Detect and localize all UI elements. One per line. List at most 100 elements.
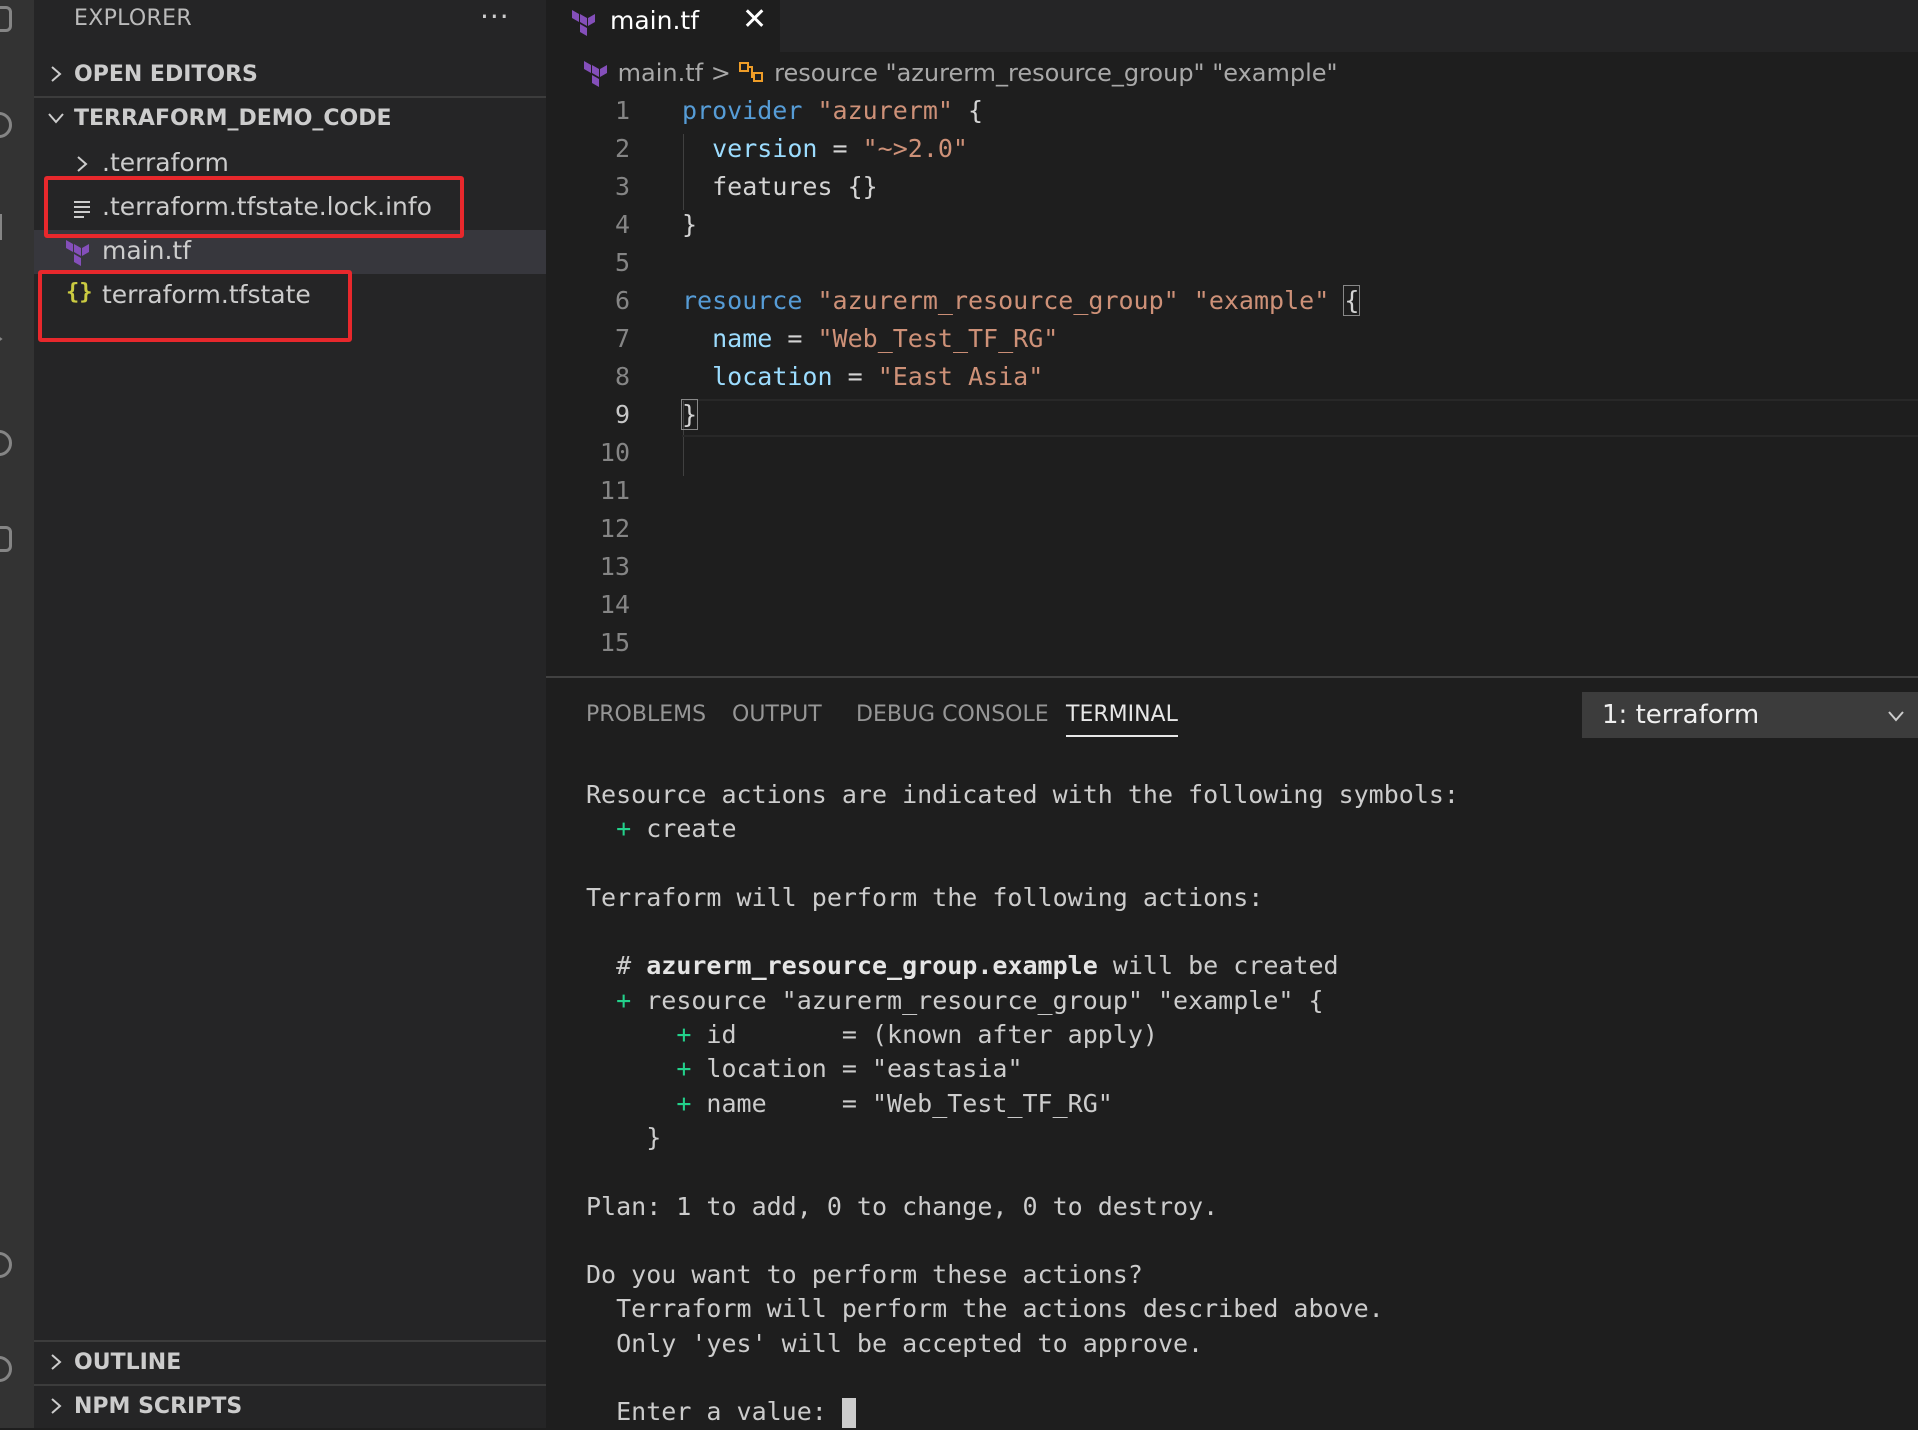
- tree-item-label: .terraform: [102, 148, 229, 177]
- tab-main-tf[interactable]: main.tf ✕: [546, 0, 780, 52]
- plus-symbol: +: [676, 1054, 692, 1084]
- code-line-9: }: [680, 399, 699, 438]
- code-line-3: features {}: [682, 172, 878, 210]
- terminal-select[interactable]: 1: terraform: [1582, 692, 1918, 738]
- code-text: }: [682, 210, 698, 239]
- bracket-match: {: [1343, 285, 1361, 316]
- code-string: "azurerm_resource_group": [817, 286, 1179, 315]
- terminal-line: Plan: 1 to add, 0 to change, 0 to destro…: [586, 1190, 1459, 1224]
- code-string: "example": [1193, 286, 1330, 315]
- highlight-box-lock-info: [44, 176, 464, 238]
- chevron-right-icon: [77, 156, 88, 172]
- activity-bar: [0, 0, 34, 1428]
- tab-terminal[interactable]: TERMINAL: [1066, 702, 1178, 737]
- code-string: "Web_Test_TF_RG": [817, 324, 1059, 353]
- terminal-text: id = (known after apply): [691, 1020, 1158, 1050]
- plus-symbol: +: [616, 985, 632, 1015]
- open-editors-section[interactable]: OPEN EDITORS: [34, 54, 546, 98]
- symbol-structure-icon: [739, 62, 764, 82]
- more-actions-icon[interactable]: ···: [480, 0, 510, 33]
- chevron-right-icon: [51, 1398, 62, 1414]
- source-control-icon[interactable]: [0, 214, 2, 240]
- chevron-down-icon: [1888, 711, 1904, 722]
- line-number: 10: [599, 438, 630, 467]
- terminal-line: Terraform will perform the actions descr…: [586, 1292, 1459, 1326]
- terminal-line: + id = (known after apply): [586, 1018, 1459, 1052]
- editor-tab-bar: main.tf ✕: [546, 0, 1918, 52]
- tab-output[interactable]: OUTPUT: [732, 702, 822, 727]
- npm-scripts-section[interactable]: NPM SCRIPTS: [34, 1386, 546, 1430]
- outline-label: OUTLINE: [74, 1350, 182, 1375]
- breadcrumb: main.tf > resource "azurerm_resource_gro…: [582, 58, 1338, 87]
- chevron-right-icon: [51, 1354, 62, 1370]
- line-number: 14: [599, 590, 630, 619]
- terminal-text: #: [616, 951, 647, 981]
- terminal-line: + name = "Web_Test_TF_RG": [586, 1087, 1459, 1121]
- terraform-file-icon: [584, 61, 607, 87]
- line-number: 3: [614, 172, 630, 201]
- code-attribute: version: [712, 134, 818, 163]
- code-line-2: version = "~>2.0": [682, 134, 968, 172]
- terminal-text: Plan: 1 to add, 0 to change, 0 to destro…: [586, 1191, 1219, 1221]
- terminal-line: Terraform will perform the following act…: [586, 881, 1459, 915]
- breadcrumb-symbol[interactable]: resource "azurerm_resource_group" "examp…: [774, 59, 1337, 87]
- terminal-line: Only 'yes' will be accepted to approve.: [586, 1327, 1459, 1361]
- bottom-panel: PROBLEMS OUTPUT DEBUG CONSOLE TERMINAL 1…: [546, 676, 1918, 1430]
- search-icon[interactable]: [0, 112, 12, 138]
- terminal-text: will be created: [1097, 951, 1339, 981]
- remote-explorer-icon[interactable]: [0, 526, 12, 552]
- terminal-input-line[interactable]: Enter a value:: [586, 1395, 1459, 1429]
- code-text: =: [832, 362, 878, 391]
- code-text: {: [952, 96, 984, 125]
- code-line-8: location = "East Asia": [682, 362, 1043, 400]
- highlight-box-tfstate: [38, 270, 352, 342]
- code-text: features {}: [712, 172, 878, 201]
- terminal-line: + resource "azurerm_resource_group" "exa…: [586, 984, 1459, 1018]
- outline-section[interactable]: OUTLINE: [34, 1342, 546, 1386]
- manage-gear-icon[interactable]: [0, 1356, 12, 1382]
- folder-label: TERRAFORM_DEMO_CODE: [74, 106, 392, 131]
- line-number: 12: [599, 514, 630, 543]
- tab-label: main.tf: [610, 6, 700, 35]
- breadcrumb-separator: >: [710, 59, 731, 87]
- explorer-icon[interactable]: [0, 6, 12, 32]
- terraform-file-icon: [572, 10, 595, 36]
- terminal-output[interactable]: Resource actions are indicated with the …: [586, 778, 1459, 1430]
- tab-debug-console[interactable]: DEBUG CONSOLE: [856, 702, 1049, 727]
- tab-problems[interactable]: PROBLEMS: [586, 702, 706, 727]
- extensions-icon[interactable]: [0, 430, 12, 456]
- folder-section[interactable]: TERRAFORM_DEMO_CODE: [34, 98, 546, 142]
- code-line-6: resource "azurerm_resource_group" "examp…: [682, 285, 1361, 324]
- run-debug-icon[interactable]: [0, 326, 4, 352]
- explorer-title: EXPLORER: [74, 6, 192, 31]
- terminal-line: Resource actions are indicated with the …: [586, 778, 1459, 812]
- code-string: "azurerm": [817, 96, 953, 125]
- terminal-text: Terraform will perform the actions descr…: [616, 1294, 1384, 1324]
- line-number: 9: [614, 400, 630, 429]
- code-line-7: name = "Web_Test_TF_RG": [682, 324, 1058, 362]
- close-icon[interactable]: ✕: [742, 2, 767, 37]
- accounts-icon[interactable]: [0, 1252, 12, 1278]
- line-number: 13: [599, 552, 630, 581]
- line-number: 1: [614, 96, 630, 125]
- terminal-text: }: [646, 1122, 662, 1152]
- open-editors-label: OPEN EDITORS: [74, 62, 258, 87]
- code-attribute: name: [712, 324, 773, 353]
- terminal-select-value: 1: terraform: [1602, 700, 1760, 730]
- npm-scripts-label: NPM SCRIPTS: [74, 1394, 243, 1419]
- breadcrumb-file[interactable]: main.tf: [618, 59, 703, 87]
- code-attribute: location: [712, 362, 833, 391]
- terminal-line: + location = "eastasia": [586, 1052, 1459, 1086]
- terminal-prompt: Enter a value:: [616, 1397, 842, 1427]
- terminal-cursor: [841, 1398, 856, 1429]
- line-number: 15: [599, 628, 630, 657]
- terminal-bold-text: azurerm_resource_group.example: [646, 951, 1098, 981]
- terminal-text: location = "eastasia": [691, 1054, 1023, 1084]
- chevron-down-icon: [48, 113, 64, 124]
- code-string: "East Asia": [877, 362, 1044, 391]
- terminal-line: }: [586, 1121, 1459, 1155]
